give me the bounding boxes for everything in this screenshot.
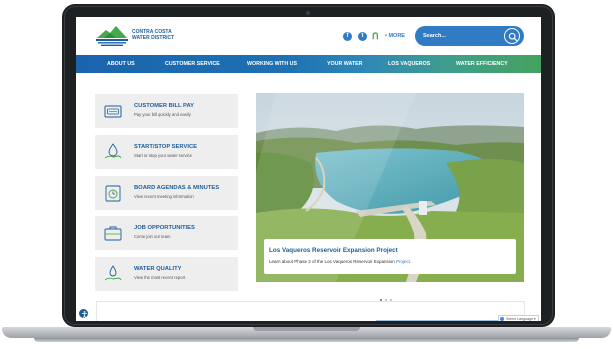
card-subtitle: View recent meeting information <box>134 194 194 199</box>
laptop-base-edge <box>34 338 579 342</box>
nav-about-us[interactable]: ABOUT US <box>107 55 135 73</box>
briefcase-icon <box>104 226 122 241</box>
search-bar <box>415 26 524 46</box>
hero-text-body: Learn about Phase 2 of the Los Vaqueros … <box>269 259 395 264</box>
laptop-notch <box>253 327 360 331</box>
card-subtitle: View the most recent report <box>134 275 186 280</box>
card-board-agendas[interactable]: BOARD AGENDAS & MINUTES View recent meet… <box>95 176 238 210</box>
card-subtitle: Come join our team <box>134 234 171 239</box>
card-title: JOB OPPORTUNITIES <box>134 225 195 231</box>
nav-working-with-us[interactable]: WORKING WITH US <box>247 55 297 73</box>
card-subtitle: Pay your bill quickly and easily <box>134 112 191 117</box>
water-drop-hand-icon <box>104 143 122 159</box>
card-start-stop-service[interactable]: START/STOP SERVICE Start or stop your wa… <box>95 135 238 169</box>
nav-los-vaqueros[interactable]: LOS VAQUEROS <box>388 55 430 73</box>
agenda-timer-icon <box>105 185 121 202</box>
hero-text-link[interactable]: Project. <box>396 259 411 264</box>
translate-label: Select Language <box>506 317 533 321</box>
card-subtitle: Start or stop your water service <box>134 153 192 158</box>
facebook-icon[interactable]: f <box>343 32 352 41</box>
bill-pay-icon <box>104 105 122 118</box>
google-translate-select[interactable]: Select Language ▾ <box>498 315 539 321</box>
laptop-mockup: CONTRA COSTA WATER DISTRICT f t ᑎ • MORE… <box>0 0 613 349</box>
district-name[interactable]: CONTRA COSTA WATER DISTRICT <box>132 29 192 41</box>
district-logo-icon[interactable] <box>94 24 130 48</box>
hero-title[interactable]: Los Vaqueros Reservoir Expansion Project <box>269 247 398 254</box>
lower-content-panel <box>96 301 525 321</box>
site-header: CONTRA COSTA WATER DISTRICT f t ᑎ • MORE <box>76 17 541 55</box>
water-quality-hand-icon <box>104 265 122 281</box>
card-title: BOARD AGENDAS & MINUTES <box>134 185 220 191</box>
search-input[interactable] <box>423 31 493 41</box>
nextdoor-icon[interactable]: ᑎ <box>372 31 379 41</box>
accessibility-icon[interactable] <box>78 308 89 319</box>
panel-accent-line <box>376 320 506 321</box>
twitter-icon[interactable]: t <box>358 32 367 41</box>
nav-water-efficiency[interactable]: WATER EFFICIENCY <box>456 55 508 73</box>
main-navigation: ABOUT US CUSTOMER SERVICE WORKING WITH U… <box>76 55 541 73</box>
search-icon <box>508 32 518 42</box>
more-social-link[interactable]: • MORE <box>385 33 405 39</box>
card-job-opportunities[interactable]: JOB OPPORTUNITIES Come join our team <box>95 216 238 250</box>
hero-caption: Los Vaqueros Reservoir Expansion Project… <box>264 239 516 274</box>
website-screen: CONTRA COSTA WATER DISTRICT f t ᑎ • MORE… <box>76 17 541 321</box>
nav-your-water[interactable]: YOUR WATER <box>327 55 363 73</box>
card-title: CUSTOMER BILL PAY <box>134 103 195 109</box>
nav-customer-service[interactable]: CUSTOMER SERVICE <box>165 55 220 73</box>
card-title: START/STOP SERVICE <box>134 144 198 150</box>
district-name-line2: WATER DISTRICT <box>132 34 175 41</box>
search-button[interactable] <box>504 28 520 44</box>
webcam <box>306 11 310 15</box>
google-icon <box>500 317 504 321</box>
card-water-quality[interactable]: WATER QUALITY View the most recent repor… <box>95 257 238 291</box>
card-title: WATER QUALITY <box>134 266 182 272</box>
card-customer-bill-pay[interactable]: CUSTOMER BILL PAY Pay your bill quickly … <box>95 94 238 128</box>
hero-carousel[interactable]: Los Vaqueros Reservoir Expansion Project… <box>256 93 524 282</box>
hero-text: Learn about Phase 2 of the Los Vaqueros … <box>269 259 411 264</box>
